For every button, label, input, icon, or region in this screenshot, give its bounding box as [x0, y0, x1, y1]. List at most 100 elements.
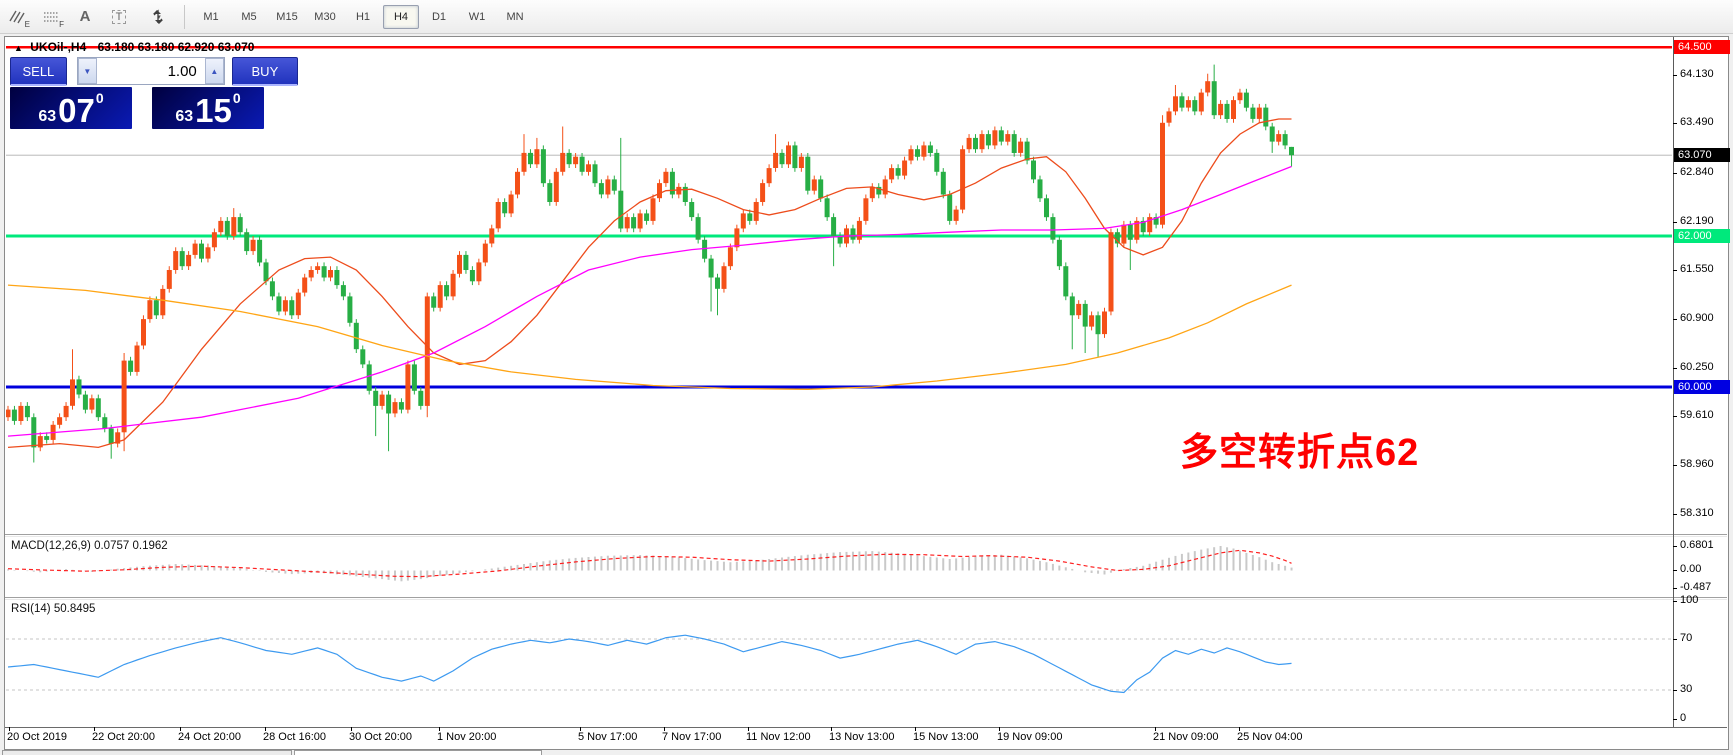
textbox-icon[interactable]: T: [103, 4, 135, 30]
toolbar-separator: [184, 5, 185, 29]
rsi-pane-canvas[interactable]: [6, 600, 1672, 728]
buy-price-display[interactable]: 63 15 0: [152, 87, 264, 129]
price-axis-tick: [1673, 465, 1677, 466]
timeframe-buttons: M1M5M15M30H1H4D1W1MN: [192, 5, 534, 29]
dotted-grid-icon: [41, 8, 61, 26]
buy-button[interactable]: BUY: [232, 57, 298, 86]
macd-value-1: 0.0757: [94, 540, 129, 552]
rsi-line: [8, 635, 1292, 692]
sell-price-prefix: 63: [38, 107, 56, 127]
arrange-dropdown-button[interactable]: ▾: [137, 4, 179, 30]
time-axis-label: 25 Nov 04:00: [1237, 731, 1302, 743]
chart-tab[interactable]: [2, 750, 292, 755]
price-axis-tick: [1673, 270, 1677, 271]
time-axis-tick: [9, 727, 10, 731]
timeframe-button-m30[interactable]: M30: [307, 5, 343, 29]
timeframe-button-mn[interactable]: MN: [497, 5, 533, 29]
sell-price-sup: 0: [96, 81, 104, 115]
price-axis-label: 60.900: [1680, 312, 1714, 324]
price-axis-label: 62.840: [1680, 166, 1714, 178]
price-axis-label: 58.960: [1680, 458, 1714, 470]
time-axis-label: 30 Oct 20:00: [349, 731, 412, 743]
price-axis-tick: [1673, 222, 1677, 223]
rsi-axis-tick: [1673, 601, 1677, 602]
icon-sub-label: E: [25, 20, 30, 29]
time-axis-label: 24 Oct 20:00: [178, 731, 241, 743]
price-badge-60.000: 60.000: [1674, 380, 1730, 394]
rsi-name: RSI(14): [11, 603, 51, 615]
price-axis-tick: [1673, 75, 1677, 76]
macd-value-2: 0.1962: [132, 540, 167, 552]
time-axis-label: 20 Oct 2019: [7, 731, 67, 743]
volume-input[interactable]: 1.00: [97, 58, 205, 84]
time-axis-tick: [831, 727, 832, 731]
time-axis-tick: [180, 727, 181, 731]
timeframe-button-w1[interactable]: W1: [459, 5, 495, 29]
grid-icon[interactable]: F: [35, 4, 67, 30]
macd-axis-label: 0.6801: [1680, 539, 1714, 551]
collapse-triangle-icon[interactable]: ▲: [14, 43, 23, 53]
timeframe-button-d1[interactable]: D1: [421, 5, 457, 29]
mt4-window: E F A T ▾ M1M5M15M30H1H4D1W1MN ▲ UKOil-,…: [0, 0, 1733, 755]
rsi-axis-label: 30: [1680, 683, 1692, 695]
sell-price-main: 07: [58, 94, 95, 127]
chart-tab-active[interactable]: [294, 750, 542, 755]
ma-fast-orangered: [8, 119, 1292, 447]
price-axis-tick: [1673, 173, 1677, 174]
sell-button[interactable]: SELL: [10, 57, 67, 86]
timeframe-button-h1[interactable]: H1: [345, 5, 381, 29]
rsi-axis-label: 0: [1680, 712, 1686, 724]
time-axis-tick: [439, 727, 440, 731]
price-axis-tick: [1673, 514, 1677, 515]
time-axis-label: 1 Nov 20:00: [437, 731, 496, 743]
rsi-axis-label: 100: [1680, 594, 1698, 606]
chart-annotation-text[interactable]: 多空转折点62: [1180, 421, 1419, 476]
macd-axis-label: -0.487: [1680, 581, 1711, 593]
rsi-axis-label: 70: [1680, 632, 1692, 644]
rsi-axis-tick: [1673, 690, 1677, 691]
patterns-icon[interactable]: E: [1, 4, 33, 30]
time-axis-label: 13 Nov 13:00: [829, 731, 894, 743]
rsi-label: RSI(14) 50.8495: [11, 603, 95, 615]
price-axis-tick: [1673, 319, 1677, 320]
time-axis-label: 22 Oct 20:00: [92, 731, 155, 743]
sell-price-display[interactable]: 63 07 0: [10, 87, 132, 129]
rsi-value: 50.8495: [54, 603, 96, 615]
timeframe-button-h4[interactable]: H4: [383, 5, 419, 29]
price-badge-64.500: 64.500: [1674, 40, 1730, 54]
pane-separator[interactable]: [5, 597, 1727, 598]
boxed-t-glyph: T: [112, 10, 127, 24]
price-axis-label: 59.610: [1680, 409, 1714, 421]
time-axis-label: 21 Nov 09:00: [1153, 731, 1218, 743]
macd-axis-tick: [1673, 546, 1677, 547]
time-axis-tick: [748, 727, 749, 731]
price-axis-tick: [1673, 416, 1677, 417]
macd-pane-canvas[interactable]: [6, 537, 1672, 596]
volume-increase-button[interactable]: ▲: [205, 58, 224, 84]
macd-name: MACD(12,26,9): [11, 540, 91, 552]
price-axis-tick: [1673, 123, 1677, 124]
timeframe-button-m5[interactable]: M5: [231, 5, 267, 29]
timeframe-button-m15[interactable]: M15: [269, 5, 305, 29]
volume-decrease-button[interactable]: ▼: [78, 58, 97, 84]
time-axis-tick: [999, 727, 1000, 731]
time-axis-separator: [5, 727, 1727, 728]
time-axis-tick: [915, 727, 916, 731]
macd-label: MACD(12,26,9) 0.0757 0.1962: [11, 540, 168, 552]
time-axis-label: 19 Nov 09:00: [997, 731, 1062, 743]
pane-separator-highlight: [5, 536, 1727, 537]
one-click-trade-panel: SELL ▼ 1.00 ▲ BUY 63 07 0 63 15 0: [10, 57, 298, 129]
buy-price-main: 15: [195, 94, 232, 127]
ohlc-values: 63.180 63.180 62.920 63.070: [98, 40, 255, 54]
letter-a-glyph: A: [80, 8, 91, 25]
buy-price-sup: 0: [233, 81, 241, 115]
price-axis-label: 63.490: [1680, 116, 1714, 128]
text-icon[interactable]: A: [69, 4, 101, 30]
pane-separator[interactable]: [5, 534, 1727, 535]
timeframe-button-m1[interactable]: M1: [193, 5, 229, 29]
time-axis-tick: [94, 727, 95, 731]
time-axis-tick: [1239, 727, 1240, 731]
time-axis-tick: [1155, 727, 1156, 731]
top-toolbar: E F A T ▾ M1M5M15M30H1H4D1W1MN: [0, 0, 1733, 34]
macd-axis-tick: [1673, 570, 1677, 571]
